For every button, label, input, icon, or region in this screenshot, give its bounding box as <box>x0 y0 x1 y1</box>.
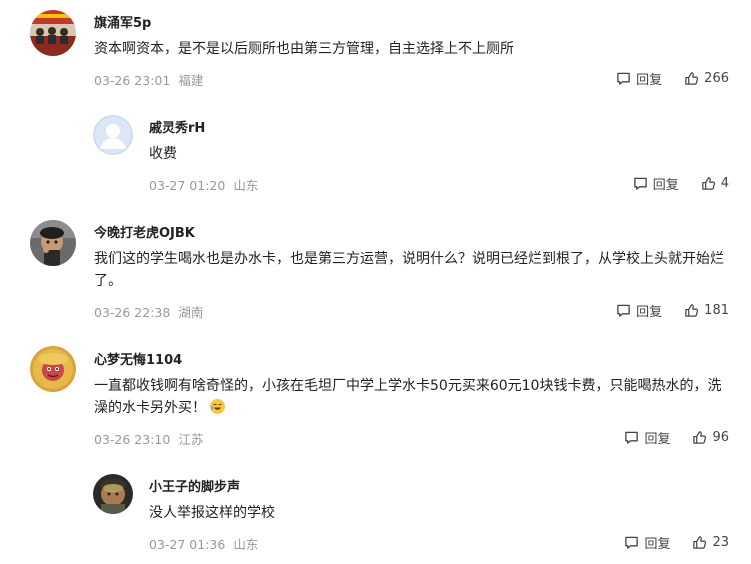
comment-text: 资本啊资本，是不是以后厕所也由第三方管理，自主选择上不上厕所 <box>94 41 514 57</box>
reply-button[interactable]: 回复 <box>624 428 670 447</box>
like-count: 23 <box>712 535 729 550</box>
comment-date: 03-26 23:01 <box>94 73 171 88</box>
username[interactable]: 心梦无悔1104 <box>94 349 182 368</box>
comment-date: 03-26 23:10 <box>94 432 171 447</box>
reply-button[interactable]: 回复 <box>616 301 662 320</box>
like-count: 4 <box>720 176 729 191</box>
like-button[interactable]: 4 <box>701 176 729 191</box>
thumbs-up-icon <box>693 536 707 549</box>
reply-label: 回复 <box>636 73 663 88</box>
comment-meta: 03-27 01:20 山东 <box>149 175 258 194</box>
thumbs-up-icon <box>693 431 707 444</box>
avatar[interactable] <box>30 346 76 392</box>
comment-location: 山东 <box>233 178 259 193</box>
comment-bubble-icon <box>625 536 639 549</box>
comment-actions: 回复 96 <box>624 428 729 447</box>
comment-text: 一直都收钱啊有啥奇怪的，小孩在毛坦厂中学上学水卡50元买来60元10块钱卡费，只… <box>94 375 734 419</box>
like-count: 181 <box>704 303 729 318</box>
comment-location: 湖南 <box>178 305 204 320</box>
reply-label: 回复 <box>644 537 671 552</box>
comment-text: 没人举报这样的学校 <box>149 505 275 521</box>
like-count: 266 <box>704 71 729 86</box>
avatar[interactable] <box>30 10 76 56</box>
username[interactable]: 今晚打老虎OJBK <box>94 222 195 241</box>
reply-label: 回复 <box>652 178 679 193</box>
reply-button[interactable]: 回复 <box>633 174 679 193</box>
like-button[interactable]: 266 <box>684 71 729 86</box>
thumbs-up-icon <box>685 304 699 317</box>
comment-actions: 回复 181 <box>616 301 729 320</box>
like-button[interactable]: 23 <box>692 535 729 550</box>
username[interactable]: 小王子的脚步声 <box>149 476 240 495</box>
comment-meta: 03-26 23:01 福建 <box>94 70 203 89</box>
comment-actions: 回复 23 <box>624 533 729 552</box>
comment-location: 山东 <box>233 537 259 552</box>
comment-meta: 03-26 23:10 江苏 <box>94 429 203 448</box>
comment-actions: 回复 4 <box>633 174 729 193</box>
comment-text-content: 一直都收钱啊有啥奇怪的，小孩在毛坦厂中学上学水卡50元买来60元10块钱卡费，只… <box>94 378 722 416</box>
comment-actions: 回复 266 <box>616 69 729 88</box>
avatar[interactable] <box>30 220 76 266</box>
comment-text: 我们这的学生喝水也是办水卡，也是第三方运营，说明什么？说明已经烂到根了，从学校上… <box>94 251 724 289</box>
reply-label: 回复 <box>636 305 663 320</box>
comment-bubble-icon <box>633 177 647 190</box>
reply-button[interactable]: 回复 <box>616 69 662 88</box>
like-count: 96 <box>712 430 729 445</box>
comment-date: 03-26 22:38 <box>94 305 171 320</box>
laughing-emoji-icon <box>210 399 225 414</box>
thumbs-up-icon <box>685 72 699 85</box>
reply-button[interactable]: 回复 <box>624 533 670 552</box>
avatar[interactable] <box>93 115 133 155</box>
username[interactable]: 旗涌军5p <box>94 12 151 31</box>
like-button[interactable]: 96 <box>692 430 729 445</box>
comment-text: 收费 <box>149 146 177 162</box>
thumbs-up-icon <box>701 177 715 190</box>
avatar[interactable] <box>93 474 133 514</box>
comment-date: 03-27 01:36 <box>149 537 226 552</box>
username[interactable]: 戚灵秀rH <box>149 117 205 136</box>
comment-bubble-icon <box>625 431 639 444</box>
comment-bubble-icon <box>617 72 630 85</box>
comment-meta: 03-27 01:36 山东 <box>149 534 258 553</box>
like-button[interactable]: 181 <box>684 303 729 318</box>
comment-location: 福建 <box>178 73 204 88</box>
comment-date: 03-27 01:20 <box>149 178 226 193</box>
comment-location: 江苏 <box>178 432 204 447</box>
comment-meta: 03-26 22:38 湖南 <box>94 302 203 321</box>
comment-bubble-icon <box>617 304 630 317</box>
reply-label: 回复 <box>644 432 671 447</box>
